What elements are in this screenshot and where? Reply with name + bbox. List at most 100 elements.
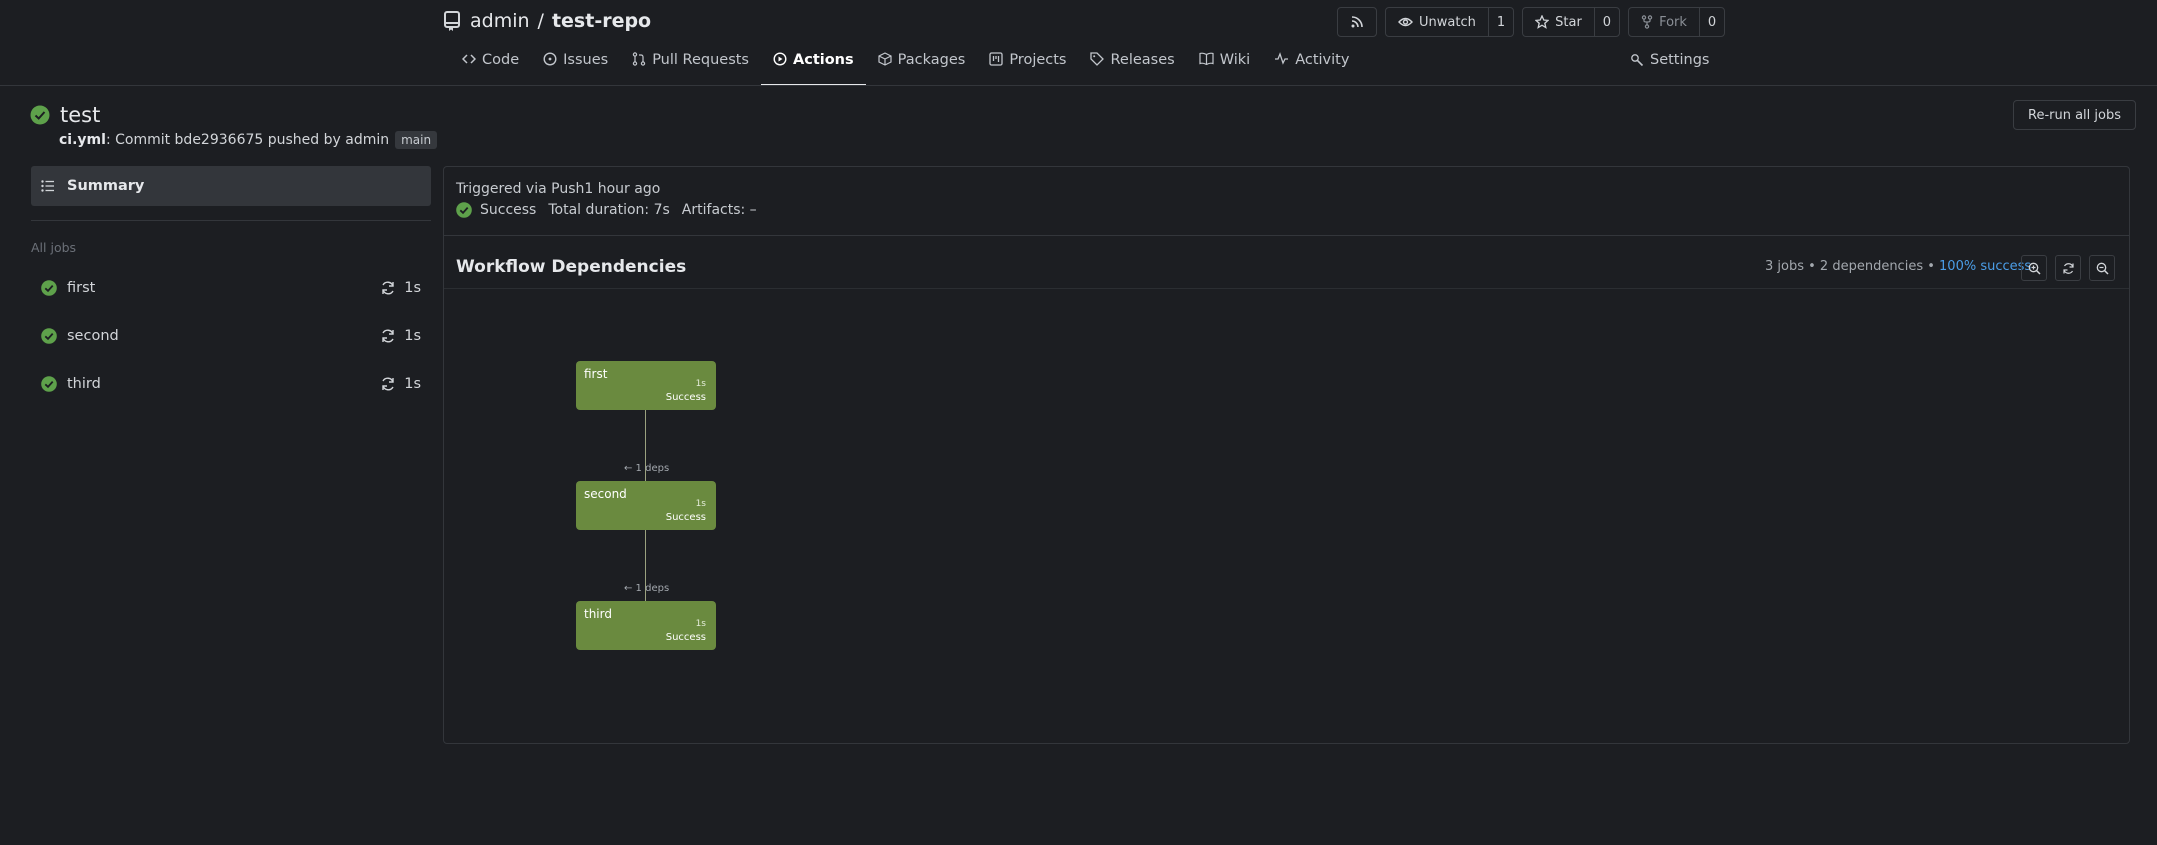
all-jobs-heading: All jobs — [31, 240, 77, 255]
node-name: second — [584, 487, 627, 501]
workflow-stats-text: 3 jobs • 2 dependencies • — [1765, 259, 1940, 274]
success-check-icon — [30, 105, 50, 125]
tab-label: Issues — [563, 52, 609, 68]
graph-node-second[interactable]: second 1s Success — [576, 481, 716, 530]
sidebar-job-first[interactable]: first 1s — [31, 264, 431, 312]
rss-button[interactable] — [1337, 7, 1377, 37]
job-name: first — [67, 280, 96, 296]
star-button[interactable]: Star 0 — [1522, 7, 1621, 37]
tab-label: Packages — [897, 52, 966, 68]
graph-node-first[interactable]: first 1s Success — [576, 361, 716, 410]
tab-actions[interactable]: Actions — [761, 48, 866, 86]
tab-pull-requests[interactable]: Pull Requests — [620, 48, 761, 86]
job-name: second — [67, 328, 119, 344]
run-meta: ci.yml: Commit bde2936675 pushed by admi… — [59, 131, 438, 149]
rerun-all-jobs-button[interactable]: Re-run all jobs — [2013, 100, 2137, 130]
artifacts-text: Artifacts: – — [681, 202, 757, 218]
node-name: first — [584, 367, 608, 381]
dependency-label: ← 1 deps — [624, 583, 670, 594]
zoom-in-icon — [2028, 262, 2041, 275]
node-name: third — [584, 607, 612, 621]
watch-count[interactable]: 1 — [1487, 8, 1513, 36]
sidebar-job-third[interactable]: third 1s — [31, 360, 431, 408]
zoom-out-icon — [2096, 262, 2109, 275]
node-duration: 1s — [695, 619, 706, 629]
node-status: Success — [665, 392, 706, 403]
job-name: third — [67, 376, 101, 392]
trigger-text: Triggered via Push1 hour ago — [456, 181, 661, 197]
workflow-graph-title: Workflow Dependencies — [456, 257, 687, 277]
panel-divider — [444, 235, 2129, 236]
fork-label: Fork — [1659, 14, 1687, 30]
graph-zoom-controls — [2021, 255, 2115, 281]
repo-actions: Unwatch 1 Star 0 Fork 0 — [1337, 7, 1726, 37]
book-icon — [1199, 52, 1214, 65]
workflow-file-link[interactable]: ci.yml — [59, 132, 106, 148]
unwatch-button[interactable]: Unwatch 1 — [1385, 7, 1515, 37]
tab-issues[interactable]: Issues — [531, 48, 620, 86]
summary-label: Summary — [67, 178, 145, 194]
run-header: test — [30, 103, 100, 127]
rerun-job-icon[interactable] — [380, 376, 396, 392]
tab-code[interactable]: Code — [450, 48, 531, 86]
node-status: Success — [665, 632, 706, 643]
node-status: Success — [665, 512, 706, 523]
workflow-success-rate: 100% success — [1939, 259, 2032, 274]
rss-icon — [1338, 8, 1376, 36]
job-duration: 1s — [404, 280, 421, 296]
success-check-icon — [41, 376, 57, 392]
tab-label: Activity — [1295, 52, 1350, 68]
pull-request-icon — [632, 52, 646, 66]
job-duration: 1s — [404, 376, 421, 392]
repo-name-link[interactable]: test-repo — [552, 10, 651, 32]
unwatch-label: Unwatch — [1419, 14, 1476, 30]
tab-label: Projects — [1009, 52, 1067, 68]
tab-settings[interactable]: Settings — [1630, 52, 1709, 68]
tab-releases[interactable]: Releases — [1078, 48, 1186, 86]
success-check-icon — [41, 328, 57, 344]
fork-button[interactable]: Fork 0 — [1628, 7, 1726, 37]
tab-wiki[interactable]: Wiki — [1187, 48, 1262, 86]
tab-label: Wiki — [1219, 52, 1251, 68]
fork-count[interactable]: 0 — [1698, 8, 1724, 36]
repo-icon — [442, 10, 462, 32]
sidebar-job-second[interactable]: second 1s — [31, 312, 431, 360]
gear-icon — [1630, 53, 1644, 67]
sidebar-item-summary[interactable]: Summary — [31, 166, 431, 206]
graph-node-third[interactable]: third 1s Success — [576, 601, 716, 650]
workflow-stats: 3 jobs • 2 dependencies • 100% success — [1765, 259, 2031, 274]
tab-label: Pull Requests — [652, 52, 749, 68]
repo-owner-link[interactable]: admin — [470, 10, 530, 32]
zoom-out-button[interactable] — [2089, 255, 2115, 281]
star-count[interactable]: 0 — [1593, 8, 1619, 36]
play-icon — [773, 52, 787, 66]
tag-icon — [1090, 52, 1105, 66]
repo-tabs: Code Issues Pull Requests Actions Packag… — [450, 48, 1361, 86]
settings-label: Settings — [1650, 52, 1710, 68]
repo-separator: / — [537, 10, 544, 32]
issue-icon — [543, 52, 557, 66]
star-label: Star — [1555, 14, 1582, 30]
tab-label: Releases — [1110, 52, 1175, 68]
branch-badge[interactable]: main — [395, 131, 438, 149]
success-check-icon — [456, 202, 472, 218]
tab-activity[interactable]: Activity — [1262, 48, 1361, 86]
rerun-job-icon[interactable] — [380, 328, 396, 344]
list-icon — [41, 180, 55, 192]
tab-packages[interactable]: Packages — [866, 48, 978, 86]
run-status-line: Success Total duration: 7s Artifacts: – — [456, 202, 757, 218]
tab-projects[interactable]: Projects — [977, 48, 1078, 86]
zoom-in-button[interactable] — [2021, 255, 2047, 281]
run-summary-panel — [443, 166, 2130, 744]
success-check-icon — [41, 280, 57, 296]
node-duration: 1s — [695, 499, 706, 509]
package-icon — [878, 52, 892, 66]
sidebar-divider — [31, 220, 431, 221]
fork-icon — [1641, 15, 1653, 29]
code-icon — [462, 52, 476, 66]
tab-label: Code — [482, 52, 520, 68]
pulse-icon — [1274, 52, 1289, 65]
rerun-job-icon[interactable] — [380, 280, 396, 296]
header-divider — [0, 85, 2157, 86]
reset-zoom-button[interactable] — [2055, 255, 2081, 281]
